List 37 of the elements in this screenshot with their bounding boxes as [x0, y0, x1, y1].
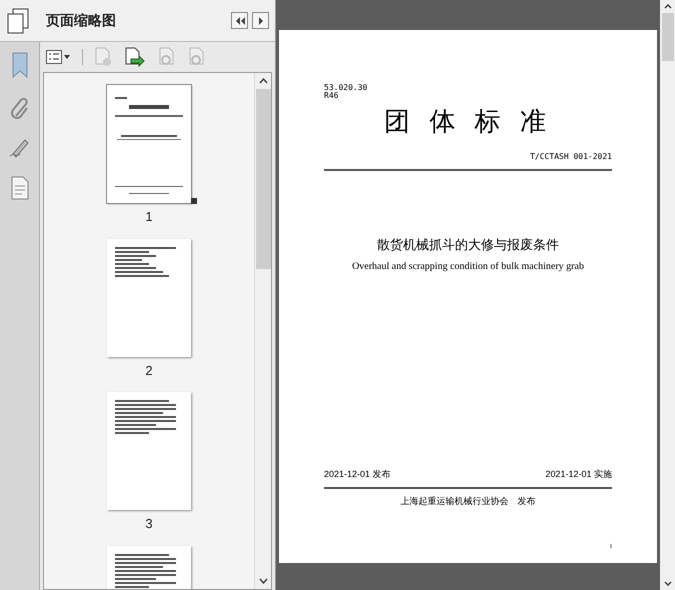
- issue-date: 2021-12-01 发布: [324, 468, 391, 480]
- classification-code: 53.020.30: [324, 84, 368, 92]
- publisher: 上海起重运输机械行业协会 发布: [400, 495, 536, 508]
- standard-number: T/CCTASH 001-2021: [530, 151, 612, 163]
- panel-title: 页面缩略图: [46, 11, 116, 30]
- insert-page-icon[interactable]: [125, 47, 145, 67]
- scroll-up-icon[interactable]: [664, 4, 672, 9]
- right-arrow-icon: [258, 16, 264, 24]
- scroll-down-icon[interactable]: [258, 578, 268, 584]
- caret-icon: [64, 55, 70, 59]
- page-number-label: 2: [145, 362, 153, 380]
- chinese-title: 散货机械抓斗的大修与报废条件: [377, 236, 559, 254]
- scroll-down-icon[interactable]: [664, 581, 672, 586]
- category-code: R46: [324, 92, 340, 100]
- page-thumbnail[interactable]: [107, 392, 191, 510]
- pages-icon[interactable]: [6, 8, 30, 34]
- double-left-arrow-icon: [234, 16, 244, 24]
- scroll-up-icon[interactable]: [258, 78, 268, 84]
- page-thumbnail[interactable]: [107, 238, 191, 356]
- expand-button[interactable]: [252, 12, 269, 29]
- effective-date: 2021-12-01 实施: [545, 468, 612, 480]
- scroll-thumb[interactable]: [662, 13, 674, 61]
- resize-handle[interactable]: [191, 198, 197, 204]
- page-number-label: 1: [145, 208, 153, 226]
- document-heading: 团 体 标 准: [384, 105, 552, 138]
- page-thumbnail[interactable]: [107, 85, 191, 203]
- scroll-thumb[interactable]: [256, 89, 270, 269]
- scrollbar[interactable]: [254, 73, 271, 589]
- document-icon[interactable]: [10, 176, 28, 200]
- collapse-button[interactable]: [231, 12, 248, 29]
- page-number-label: 3: [145, 515, 153, 533]
- list-options-icon: [46, 50, 62, 64]
- signature-pen-icon[interactable]: [8, 138, 30, 158]
- document-scrollbar[interactable]: [660, 0, 675, 590]
- options-button[interactable]: [46, 50, 70, 64]
- english-title: Overhaul and scrapping condition of bulk machinery grab: [352, 260, 584, 274]
- paperclip-icon[interactable]: [10, 96, 30, 120]
